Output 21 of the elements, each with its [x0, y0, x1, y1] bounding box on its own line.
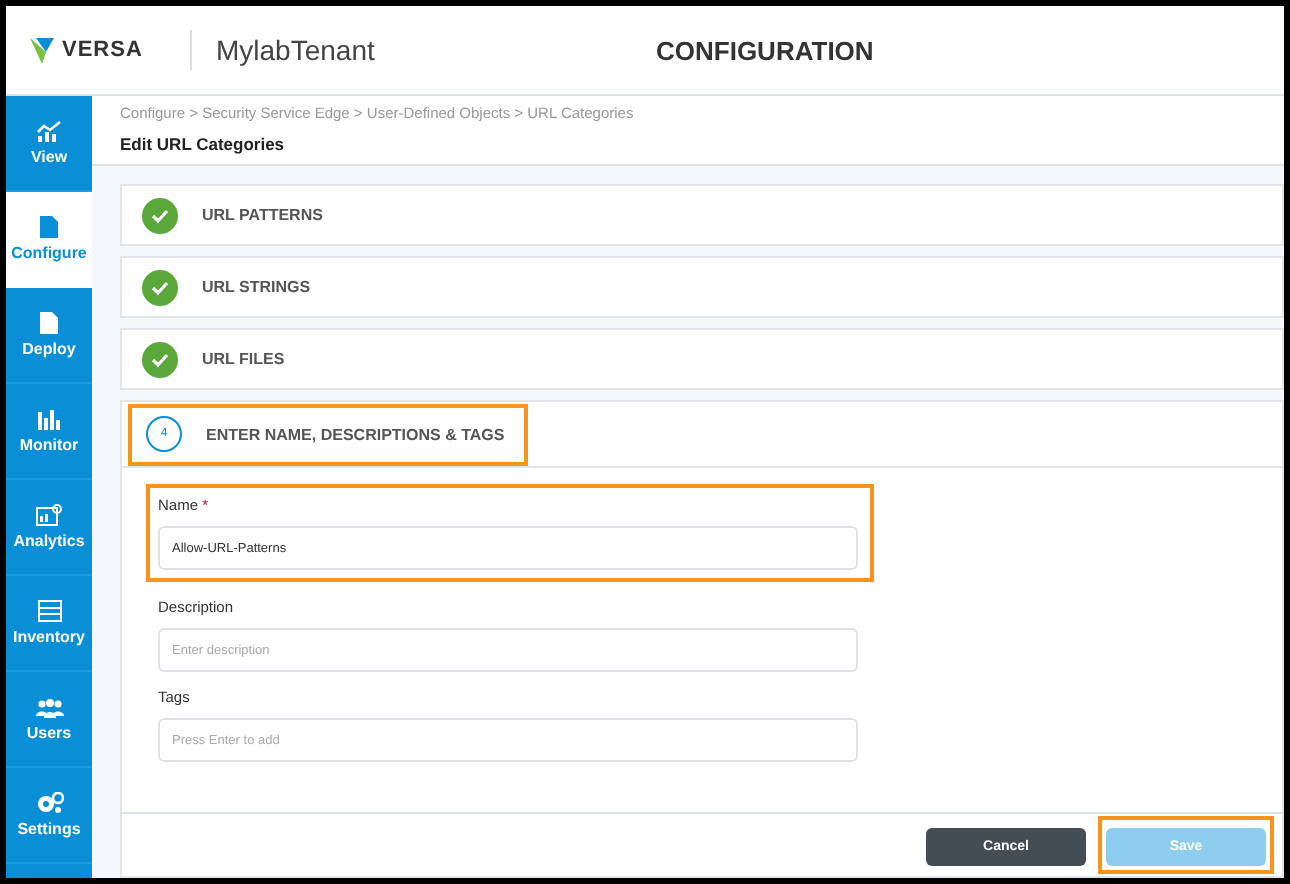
step-header[interactable]: URL FILES: [120, 328, 1284, 390]
step-header[interactable]: URL STRINGS: [120, 256, 1284, 318]
page-header-title: CONFIGURATION: [656, 35, 874, 65]
chart-icon: [36, 120, 62, 142]
logo-icon: [30, 37, 54, 63]
step-title: ENTER NAME, DESCRIPTIONS & TAGS: [206, 425, 505, 443]
step-title: URL STRINGS: [202, 278, 311, 296]
step-title: URL FILES: [202, 350, 285, 368]
brand-name: VERSA: [62, 39, 143, 61]
step-title: URL PATTERNS: [202, 206, 323, 224]
tenant-name: MylabTenant: [216, 34, 377, 66]
users-icon: [35, 697, 63, 717]
analytics-icon: [36, 504, 62, 526]
step-header[interactable]: URL PATTERNS: [120, 184, 1284, 246]
gears-icon: [35, 792, 63, 814]
document-icon: [40, 216, 58, 238]
rack-icon: [37, 600, 61, 622]
document-icon: [40, 312, 58, 334]
page-title: Edit URL Categories: [120, 134, 287, 154]
bar-chart-icon: [37, 408, 61, 430]
sidebar-item[interactable]: Configure: [6, 192, 92, 288]
